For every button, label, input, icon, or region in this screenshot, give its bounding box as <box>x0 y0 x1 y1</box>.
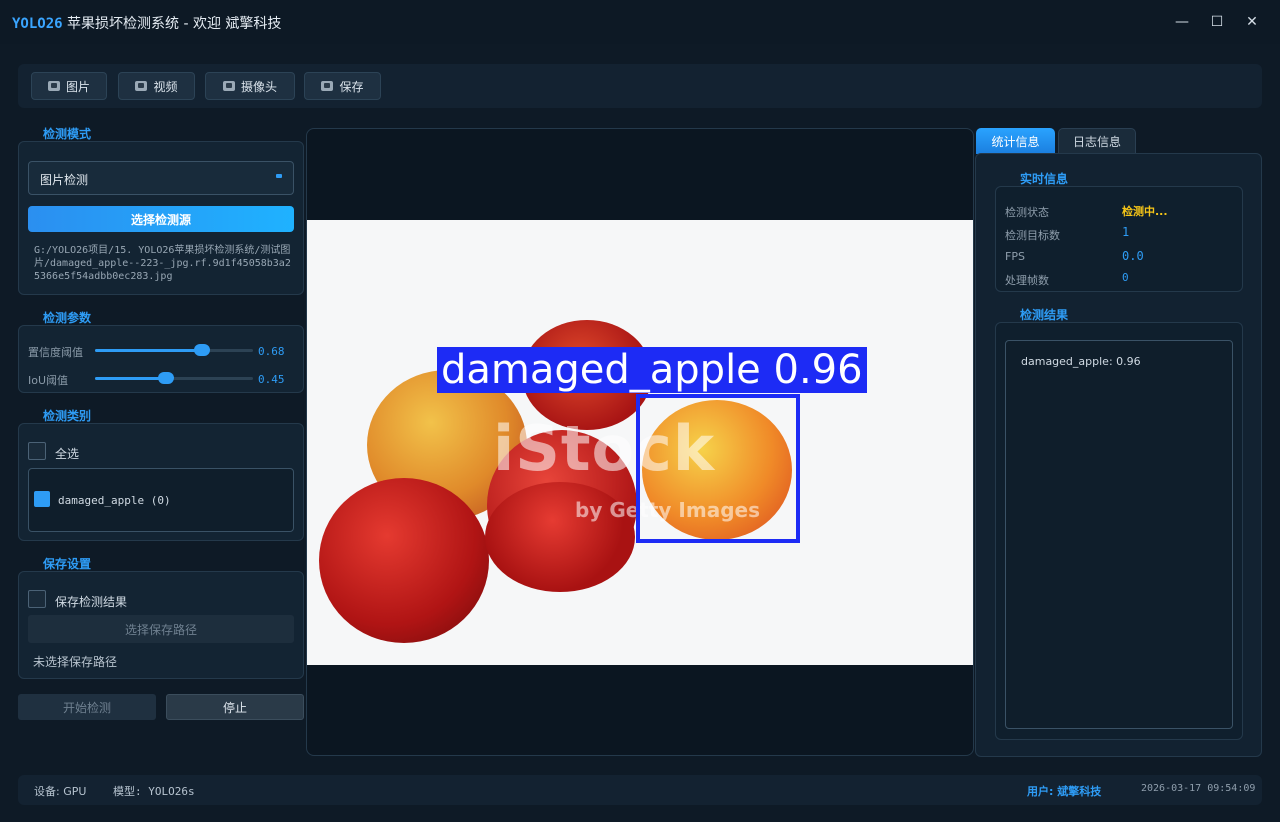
choose-source-button[interactable]: 选择检测源 <box>28 206 294 232</box>
source-path: G:/YOLO26项目/15. YOLO26苹果损坏检测系统/测试图片/dama… <box>34 245 291 282</box>
open-camera-button[interactable]: 摄像头 <box>205 72 295 100</box>
select-all-label: 全选 <box>55 447 80 461</box>
window-title-text: 苹果损坏检测系统 - 欢迎 斌擎科技 <box>62 16 282 32</box>
frames-value: 0 <box>1122 271 1129 284</box>
open-camera-label: 摄像头 <box>240 79 277 94</box>
results-title: 检测结果 <box>1020 308 1069 322</box>
class-checkbox[interactable] <box>34 491 50 507</box>
open-image-label: 图片 <box>65 79 90 94</box>
save-settings-title: 保存设置 <box>43 557 92 571</box>
status-key: 检测状态 <box>1005 206 1049 219</box>
image-icon <box>47 81 60 91</box>
minimize-button[interactable]: — <box>1172 12 1192 32</box>
conf-slider-handle[interactable] <box>194 344 211 356</box>
save-label: 保存 <box>339 79 364 94</box>
stop-button[interactable]: 停止 <box>166 694 304 720</box>
iou-value: 0.45 <box>258 373 285 386</box>
detect-mode-title: 检测模式 <box>43 127 92 141</box>
select-all-checkbox[interactable] <box>28 442 46 460</box>
detect-mode-selected: 图片检测 <box>40 173 89 187</box>
apple-shape <box>319 478 489 643</box>
iou-slider-fill <box>95 377 167 380</box>
tab-log[interactable]: 日志信息 <box>1058 128 1136 154</box>
conf-value: 0.68 <box>258 345 285 358</box>
device-status: 设备: GPU <box>34 785 87 798</box>
status-value: 检测中... <box>1122 205 1168 218</box>
fps-value: 0.0 <box>1122 249 1144 263</box>
brand-name: YOLO26 <box>12 16 63 32</box>
save-path-status: 未选择保存路径 <box>33 655 118 669</box>
video-icon <box>135 81 148 91</box>
realtime-title: 实时信息 <box>1020 172 1069 186</box>
class-item-label: damaged_apple (0) <box>58 494 171 507</box>
iou-label: IoU阈值 <box>28 374 69 387</box>
params-title: 检测参数 <box>43 311 92 325</box>
choose-save-path-button[interactable]: 选择保存路径 <box>28 615 294 643</box>
close-button[interactable]: ✕ <box>1242 12 1262 32</box>
detection-box <box>636 394 800 543</box>
classes-title: 检测类别 <box>43 409 92 423</box>
conf-label: 置信度阈值 <box>28 346 83 359</box>
save-results-label: 保存检测结果 <box>55 595 128 609</box>
result-item: damaged_apple: 0.96 <box>1021 355 1141 368</box>
count-value: 1 <box>1122 225 1130 239</box>
open-video-button[interactable]: 视频 <box>118 72 195 100</box>
open-image-button[interactable]: 图片 <box>31 72 107 100</box>
iou-slider-handle[interactable] <box>158 372 175 384</box>
dropdown-indicator-icon <box>276 174 282 178</box>
detection-image: iStock by Getty Images damaged_apple 0.9… <box>307 220 973 665</box>
count-key: 检测目标数 <box>1005 229 1060 242</box>
user-status: 用户: 斌擎科技 <box>1027 785 1102 798</box>
detection-label: damaged_apple 0.96 <box>437 347 867 393</box>
start-detection-button[interactable]: 开始检测 <box>18 694 156 720</box>
save-icon <box>321 81 334 91</box>
camera-icon <box>222 81 235 91</box>
conf-slider-fill <box>95 349 203 352</box>
model-status: 模型: YOLO26s <box>113 785 195 798</box>
datetime-status: 2026-03-17 09:54:09 <box>1141 783 1256 794</box>
save-button[interactable]: 保存 <box>304 72 381 100</box>
tab-stats[interactable]: 统计信息 <box>976 128 1055 154</box>
maximize-button[interactable]: ☐ <box>1207 12 1227 32</box>
save-results-checkbox[interactable] <box>28 590 46 608</box>
fps-key: FPS <box>1005 250 1025 263</box>
window-title: YOLO26 苹果损坏检测系统 - 欢迎 斌擎科技 <box>12 13 281 33</box>
results-list <box>1005 340 1233 729</box>
frames-key: 处理帧数 <box>1005 274 1049 287</box>
open-video-label: 视频 <box>153 79 178 94</box>
